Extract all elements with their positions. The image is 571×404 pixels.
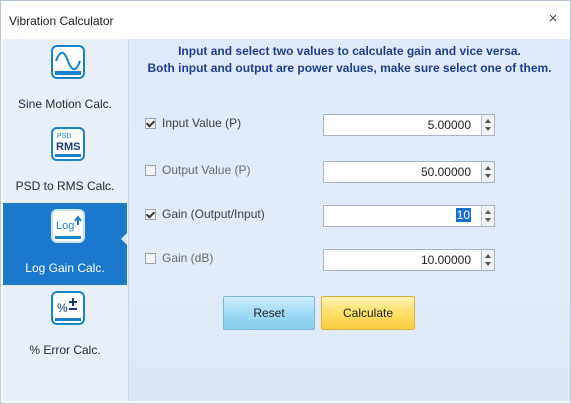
spinner-up-icon[interactable] (485, 254, 491, 258)
sine-wave-icon (51, 45, 85, 79)
spinner-up-icon[interactable] (485, 166, 491, 170)
instructions-header: Input and select two values to calculate… (129, 43, 570, 77)
input-value-checkbox[interactable] (145, 118, 156, 129)
vibration-calculator-window: Vibration Calculator × Sine Motion Calc.… (0, 0, 571, 404)
input-value-label: Input Value (P) (162, 116, 242, 130)
input-value-stepper[interactable] (323, 114, 495, 136)
main-panel: Input and select two values to calculate… (129, 39, 570, 401)
sidebar-item-label: PSD to RMS Calc. (15, 179, 115, 193)
input-value-spinner[interactable] (481, 115, 494, 135)
gain-ratio-label: Gain (Output/Input) (162, 207, 265, 221)
sidebar-item-psd-to-rms[interactable]: PSD RMS PSD to RMS Calc. (3, 121, 127, 203)
gain-ratio-spinner[interactable] (481, 206, 494, 226)
spinner-up-icon[interactable] (485, 210, 491, 214)
window-title: Vibration Calculator (9, 14, 114, 28)
log-gain-icon: Log (51, 209, 85, 243)
gain-ratio-selected-text: 10 (455, 208, 471, 222)
output-value-spinner[interactable] (481, 162, 494, 182)
sidebar-item-label: Log Gain Calc. (25, 261, 105, 275)
gain-db-label: Gain (dB) (162, 251, 214, 265)
sidebar-item-label: Sine Motion Calc. (17, 97, 113, 111)
input-value-field[interactable] (324, 115, 474, 135)
output-value-field[interactable] (324, 162, 474, 182)
percent-icon-text: % (57, 301, 68, 315)
output-value-label: Output Value (P) (162, 163, 251, 177)
gain-ratio-field[interactable]: 10 (324, 208, 474, 226)
sidebar-item-label: % Error Calc. (29, 343, 101, 357)
calculate-button[interactable]: Calculate (321, 296, 415, 330)
instructions-line-1: Input and select two values to calculate… (178, 44, 521, 58)
gain-ratio-checkbox[interactable] (145, 209, 156, 220)
gain-db-field[interactable] (324, 250, 474, 270)
spinner-up-icon[interactable] (485, 119, 491, 123)
title-bar: Vibration Calculator × (1, 1, 570, 39)
sidebar-item-log-gain[interactable]: Log Log Gain Calc. (3, 203, 127, 285)
output-value-checkbox[interactable] (145, 165, 156, 176)
sidebar: Sine Motion Calc. PSD RMS PSD to RMS Cal… (3, 39, 129, 401)
psd-rms-icon: PSD RMS (51, 127, 85, 161)
spinner-down-icon[interactable] (485, 262, 491, 266)
spinner-down-icon[interactable] (485, 174, 491, 178)
sidebar-item-percent-error[interactable]: % % Error Calc. (3, 285, 127, 367)
gain-db-stepper[interactable] (323, 249, 495, 271)
rms-icon-text: RMS (56, 141, 80, 153)
gain-db-spinner[interactable] (481, 250, 494, 270)
spinner-down-icon[interactable] (485, 218, 491, 222)
spinner-down-icon[interactable] (485, 127, 491, 131)
log-icon-text: Log (56, 220, 74, 232)
reset-button[interactable]: Reset (223, 296, 315, 330)
gain-ratio-stepper[interactable]: 10 (323, 205, 495, 227)
instructions-line-2: Both input and output are power values, … (147, 61, 552, 75)
sidebar-item-sine-motion[interactable]: Sine Motion Calc. (3, 39, 127, 121)
close-icon[interactable]: × (544, 10, 562, 28)
psd-icon-text: PSD (57, 133, 71, 140)
gain-db-checkbox[interactable] (145, 253, 156, 264)
output-value-stepper[interactable] (323, 161, 495, 183)
percent-error-icon: % (51, 291, 85, 325)
